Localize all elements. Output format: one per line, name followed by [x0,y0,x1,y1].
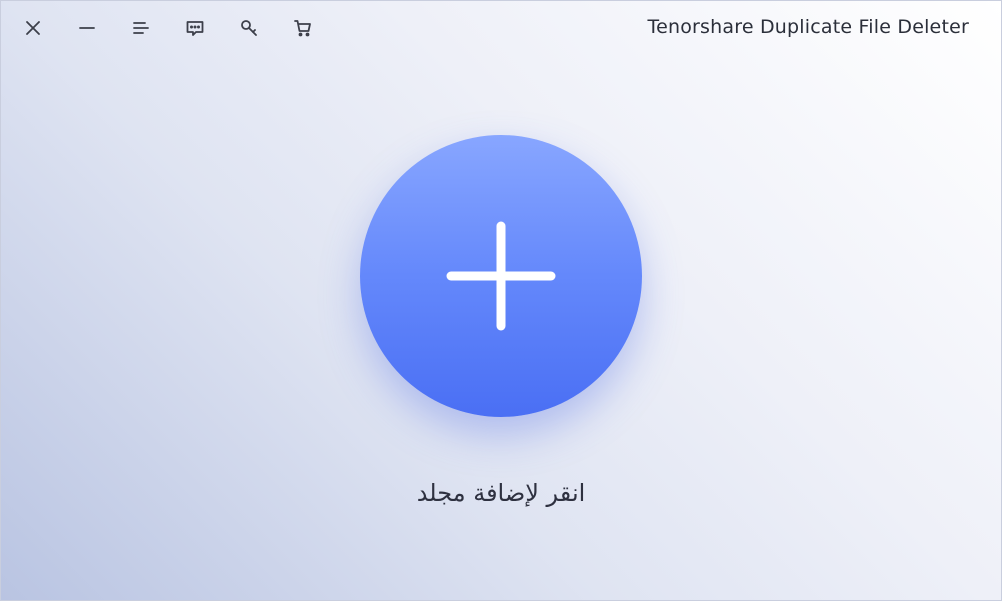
add-folder-button[interactable] [360,135,642,417]
menu-icon [133,22,149,34]
window-toolbar [15,11,339,45]
key-icon [241,20,257,36]
close-icon [26,21,40,35]
add-folder-label: انقر لإضافة مجلد [416,479,586,507]
menu-button[interactable] [123,11,159,45]
feedback-icon [186,21,204,36]
feedback-button[interactable] [177,11,213,45]
register-key-button[interactable] [231,11,267,45]
minimize-button[interactable] [69,11,105,45]
minimize-icon [79,27,95,29]
cart-icon [294,20,311,37]
app-window: Tenorshare Duplicate File Deleter انقر ل… [0,0,1002,601]
plus-icon [446,221,556,331]
app-title: Tenorshare Duplicate File Deleter [647,16,969,38]
cart-button[interactable] [285,11,321,45]
close-button[interactable] [15,11,51,45]
